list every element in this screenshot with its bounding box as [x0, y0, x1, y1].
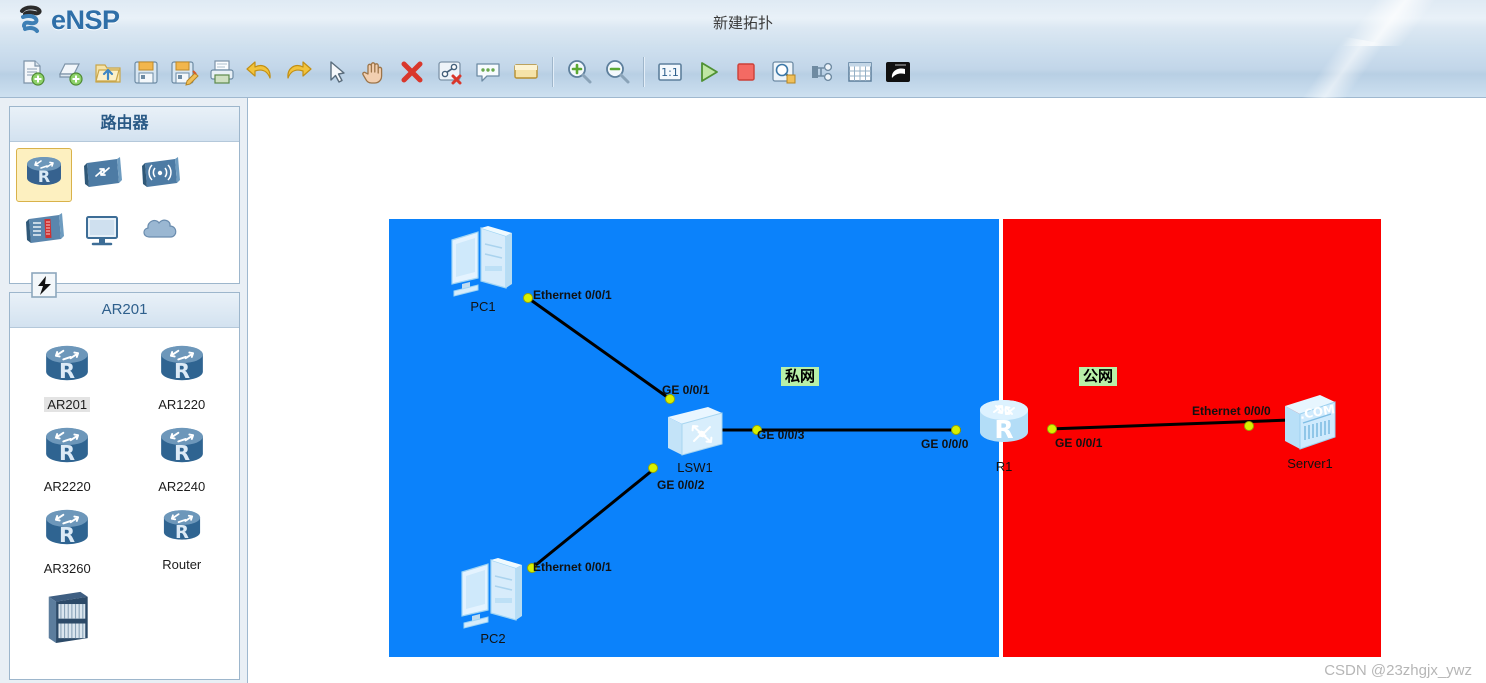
model-item-ar2220[interactable]: R AR2220	[10, 418, 125, 500]
topology-tree-icon[interactable]	[804, 54, 840, 90]
pan-hand-icon[interactable]	[356, 54, 392, 90]
private-zone-tag: 私网	[781, 367, 820, 387]
node-label: R1	[995, 459, 1013, 474]
model-item-ar2240[interactable]: R AR2240	[125, 418, 240, 500]
node-label: LSW1	[677, 460, 713, 475]
port-label-lsw1-ge003: GE 0/0/3	[757, 428, 805, 442]
public-zone-tag: 公网	[1079, 367, 1118, 387]
device-model-panel: AR201 R AR201 R AR1220 R AR2220 R AR2240…	[9, 292, 240, 680]
svg-text:R: R	[174, 441, 190, 465]
model-label: AR201	[44, 397, 91, 412]
router-icon: R	[46, 509, 89, 547]
pc-icon	[451, 226, 512, 297]
svg-text:R: R	[38, 167, 50, 186]
svg-text:R: R	[59, 523, 75, 547]
zoom-out-icon[interactable]	[599, 54, 635, 90]
port-label-pc2-eth0: Ethernet 0/0/1	[533, 560, 612, 574]
router-icon: R	[980, 400, 1028, 444]
pc-icon	[461, 558, 522, 629]
svg-text:R: R	[994, 415, 1013, 444]
router-icon: R	[46, 345, 89, 383]
select-cursor-icon[interactable]	[318, 54, 354, 90]
model-item-chassis[interactable]	[10, 582, 125, 649]
toolbar-separator-1	[552, 56, 553, 87]
svg-text:1:1: 1:1	[661, 66, 679, 79]
start-device-icon[interactable]	[690, 54, 726, 90]
connection-type-icon[interactable]	[16, 260, 72, 314]
server-icon: .COM	[1285, 395, 1336, 450]
text-note-icon[interactable]	[470, 54, 506, 90]
redo-icon[interactable]	[280, 54, 316, 90]
window-title: 新建拓扑	[712, 15, 773, 32]
model-item-ar3260[interactable]: R AR3260	[10, 500, 125, 582]
wlan-type-icon[interactable]	[132, 148, 188, 202]
node-lsw1[interactable]: LSW1	[664, 403, 726, 475]
node-pc1[interactable]: PC1	[448, 226, 518, 314]
node-label: Server1	[1287, 456, 1333, 471]
zoom-in-icon[interactable]	[561, 54, 597, 90]
device-model-grid: R AR201 R AR1220 R AR2220 R AR2240 R AR3…	[10, 328, 239, 649]
chassis-router-icon	[48, 591, 88, 643]
svg-text:R: R	[174, 359, 190, 383]
node-pc2[interactable]: PC2	[458, 558, 528, 646]
firewall-type-icon[interactable]	[16, 204, 72, 258]
port-label-lsw1-ge001: GE 0/0/1	[662, 383, 710, 397]
device-category-title: 路由器	[10, 107, 239, 142]
node-label: PC2	[480, 631, 506, 646]
model-item-router[interactable]: R Router	[125, 500, 240, 582]
model-item-ar1220[interactable]: R AR1220	[125, 336, 240, 418]
delete-link-icon[interactable]	[432, 54, 468, 90]
model-label: AR3260	[43, 561, 91, 576]
port-label-r1-ge000: GE 0/0/0	[921, 437, 969, 451]
ensp-cloud-icon[interactable]	[880, 54, 916, 90]
undo-icon[interactable]	[242, 54, 278, 90]
router-icon: R	[160, 427, 203, 465]
router-type-icon[interactable]: R	[16, 148, 72, 202]
model-label: AR2220	[43, 479, 91, 494]
model-label: AR1220	[158, 397, 206, 412]
device-sidebar: 路由器 R AR201 R AR201 R AR1220 R AR2220 R …	[0, 98, 248, 683]
port-label-lsw1-ge002: GE 0/0/2	[657, 478, 705, 492]
model-label: Router	[162, 557, 202, 572]
title-bar: eNSP 新建拓扑	[0, 0, 1486, 47]
device-category-panel: 路由器 R	[9, 106, 240, 298]
cloud-type-icon[interactable]	[132, 204, 188, 258]
shape-rectangle-icon[interactable]	[508, 54, 544, 90]
grid-icon[interactable]	[842, 54, 878, 90]
print-icon[interactable]	[204, 54, 240, 90]
topology-canvas[interactable]: 私网 公网 Ethernet 0/0/1 GE 0/0/1 GE 0/0/3 G…	[249, 98, 1486, 683]
delete-icon[interactable]	[394, 54, 430, 90]
switch-type-icon[interactable]	[74, 148, 130, 202]
toolbar-separator-2	[643, 56, 644, 87]
save-icon[interactable]	[128, 54, 164, 90]
zoom-reset-icon[interactable]: 1:1	[652, 54, 688, 90]
new-topology-icon[interactable]	[14, 54, 50, 90]
port-label-r1-ge001: GE 0/0/1	[1055, 436, 1103, 450]
router-icon: R	[163, 510, 200, 543]
model-item-ar201[interactable]: R AR201	[10, 336, 125, 418]
switch-icon	[668, 407, 723, 456]
model-label: AR2240	[158, 479, 206, 494]
save-as-icon[interactable]	[166, 54, 202, 90]
open-topology-icon[interactable]	[90, 54, 126, 90]
watermark: CSDN @23zhgjx_ywz	[1324, 662, 1472, 679]
stop-device-icon[interactable]	[728, 54, 764, 90]
new-device-icon[interactable]	[52, 54, 88, 90]
router-icon: R	[160, 345, 203, 383]
node-r1[interactable]: R R1	[971, 396, 1037, 474]
svg-text:R: R	[59, 359, 75, 383]
node-label: PC1	[470, 299, 496, 314]
router-icon: R	[46, 427, 89, 465]
svg-text:R: R	[59, 441, 75, 465]
packet-capture-icon[interactable]	[766, 54, 802, 90]
endpoint-type-icon[interactable]	[74, 204, 130, 258]
svg-text:R: R	[175, 522, 189, 543]
main-toolbar: 1:1	[0, 46, 1486, 98]
port-label-server1-eth0: Ethernet 0/0/0	[1192, 404, 1271, 418]
node-server1[interactable]: .COM Server1	[1280, 393, 1340, 471]
port-label-pc1-eth0: Ethernet 0/0/1	[533, 288, 612, 302]
